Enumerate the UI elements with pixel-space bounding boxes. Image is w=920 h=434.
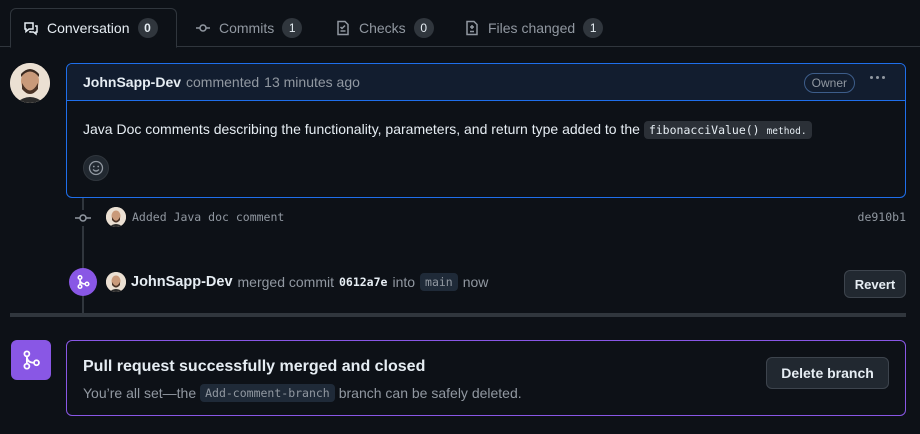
merge-timestamp[interactable]: now [463,274,489,290]
comment-discussion-icon [24,22,38,36]
comment-header: JohnSapp-Dev commented 13 minutes ago Ow… [67,64,905,101]
head-branch-label[interactable]: Add-comment-branch [200,384,335,402]
comment-box: JohnSapp-Dev commented 13 minutes ago Ow… [66,63,906,198]
add-reaction-button[interactable] [83,155,109,181]
tab-label: Commits [219,19,275,36]
tab-count: 0 [413,17,434,38]
tab-commits[interactable]: Commits 1 [183,8,314,47]
tab-count: 1 [282,17,303,38]
git-merge-icon [11,340,51,380]
avatar[interactable] [106,272,126,292]
tab-label: Checks [359,19,406,36]
kebab-menu-icon[interactable] [870,76,885,79]
git-merge-icon [69,268,97,296]
comment-action: commented [186,74,260,90]
delete-branch-button[interactable]: Delete branch [766,357,889,389]
avatar[interactable] [10,63,50,103]
comment-text: Java Doc comments describing the functio… [83,121,640,137]
tab-checks[interactable]: Checks 0 [323,8,446,47]
merge-into-text: into [392,274,416,290]
merge-event-row: JohnSapp-Dev merged commit 0612a7e into … [106,270,488,294]
commit-row: Added Java doc comment de910b1 [106,206,906,228]
git-commit-icon [75,210,91,226]
merge-commit-hash-link[interactable]: 0612a7e [339,275,387,289]
commit-message-link[interactable]: Added Java doc comment [132,210,284,224]
avatar[interactable] [106,207,126,227]
file-diff-icon [466,20,478,35]
base-branch-label[interactable]: main [420,273,458,291]
timeline-end-divider [10,313,906,317]
merge-action-text: merged commit [237,274,334,290]
owner-badge: Owner [803,73,855,93]
comment-body: Java Doc comments describing the functio… [67,101,905,139]
tab-label: Files changed [488,19,576,36]
tab-conversation[interactable]: Conversation 0 [10,8,177,48]
comment-author-link[interactable]: JohnSapp-Dev [83,74,181,90]
merge-author-link[interactable]: JohnSapp-Dev [131,274,233,290]
tab-count: 0 [137,18,158,38]
merged-status-subtitle: You’re all set—the Add-comment-branch br… [83,384,522,402]
inline-code-method: fibonacciValue() method. [643,121,812,139]
subtitle-suffix: branch can be safely deleted. [338,385,522,401]
revert-button[interactable]: Revert [844,270,906,298]
tab-files-changed[interactable]: Files changed 1 [452,8,615,47]
checklist-icon [337,20,349,35]
tab-count: 1 [583,17,604,38]
comment-timestamp[interactable]: 13 minutes ago [264,74,360,90]
commit-sha-link[interactable]: de910b1 [858,210,906,224]
smiley-icon [88,160,104,176]
pr-tab-bar: Conversation 0 Commits 1 Checks 0 Files … [0,0,920,48]
merged-status-box: Pull request successfully merged and clo… [66,340,906,416]
merged-status-title: Pull request successfully merged and clo… [83,358,426,375]
tab-label: Conversation [47,20,130,36]
git-commit-icon [196,23,210,32]
subtitle-prefix: You’re all set—the [83,385,197,401]
